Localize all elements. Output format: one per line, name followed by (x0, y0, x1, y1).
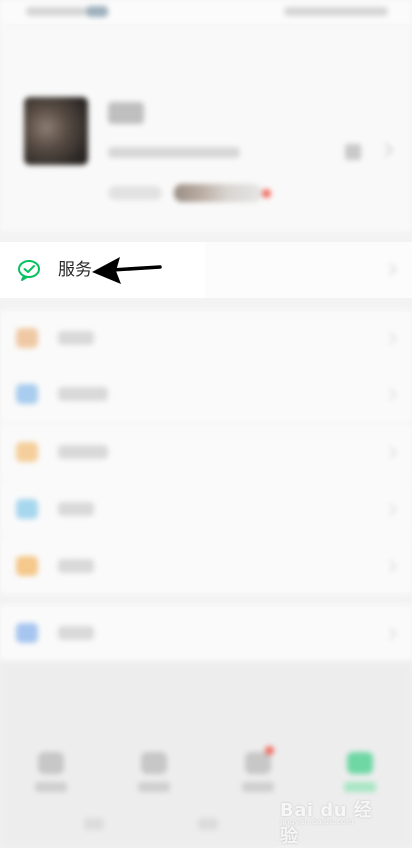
service-row[interactable]: 服务 (0, 242, 412, 298)
tab-chats[interactable] (21, 742, 81, 806)
service-icon (18, 260, 40, 281)
status-chip[interactable] (108, 186, 162, 200)
tab-label (35, 782, 67, 792)
chevron-right-icon (384, 560, 397, 573)
menu-item-favorites[interactable] (0, 310, 412, 366)
me-icon (347, 752, 373, 774)
watermark: Bai du 经验 jingyan.baidu.com (280, 796, 390, 847)
annotation-arrow (92, 257, 162, 284)
menu-label (58, 331, 94, 345)
status-indicator (86, 6, 108, 17)
status-bar (0, 0, 412, 26)
menu-label (58, 445, 108, 459)
service-label: 服务 (58, 260, 92, 280)
stickers-icon (16, 556, 38, 576)
contacts-icon (141, 752, 167, 774)
discover-icon (245, 752, 271, 774)
settings-icon (16, 623, 38, 643)
wallet-icon (16, 442, 38, 462)
qr-code-icon[interactable] (345, 144, 361, 160)
menu-item-moments[interactable] (0, 366, 412, 422)
profile-name (108, 102, 144, 124)
tab-discover[interactable] (228, 742, 288, 806)
moments-icon (16, 384, 38, 404)
chats-icon (38, 752, 64, 774)
chevron-right-icon (384, 446, 397, 459)
friend-status-avatars[interactable] (174, 184, 262, 202)
tab-label (138, 782, 170, 792)
favorites-icon (16, 328, 38, 348)
system-nav-button[interactable] (84, 818, 104, 830)
profile-header[interactable] (0, 26, 412, 231)
tab-contacts[interactable] (124, 742, 184, 806)
system-nav-button[interactable] (198, 818, 218, 830)
chevron-right-icon (384, 388, 397, 401)
menu-item-wallet[interactable] (0, 424, 412, 480)
menu-label (58, 559, 94, 573)
avatar[interactable] (24, 97, 88, 165)
menu-item-stickers[interactable] (0, 538, 412, 594)
chevron-right-icon (384, 503, 397, 516)
status-icons (284, 7, 388, 16)
watermark-subtext: jingyan.baidu.com (280, 817, 354, 826)
menu-label (58, 502, 94, 516)
menu-item-cards[interactable] (0, 481, 412, 537)
chevron-right-icon (384, 627, 397, 640)
tab-label (242, 782, 274, 792)
cards-icon (16, 499, 38, 519)
status-time (26, 7, 86, 16)
notification-dot (265, 746, 274, 755)
menu-item-settings[interactable] (0, 605, 412, 661)
menu-label (58, 387, 108, 401)
chevron-right-icon (384, 332, 397, 345)
profile-id (108, 147, 240, 158)
tab-label (344, 782, 376, 792)
chevron-right-icon (384, 263, 397, 276)
notification-dot (262, 189, 271, 198)
chevron-right-icon (378, 142, 394, 158)
menu-label (58, 626, 94, 640)
